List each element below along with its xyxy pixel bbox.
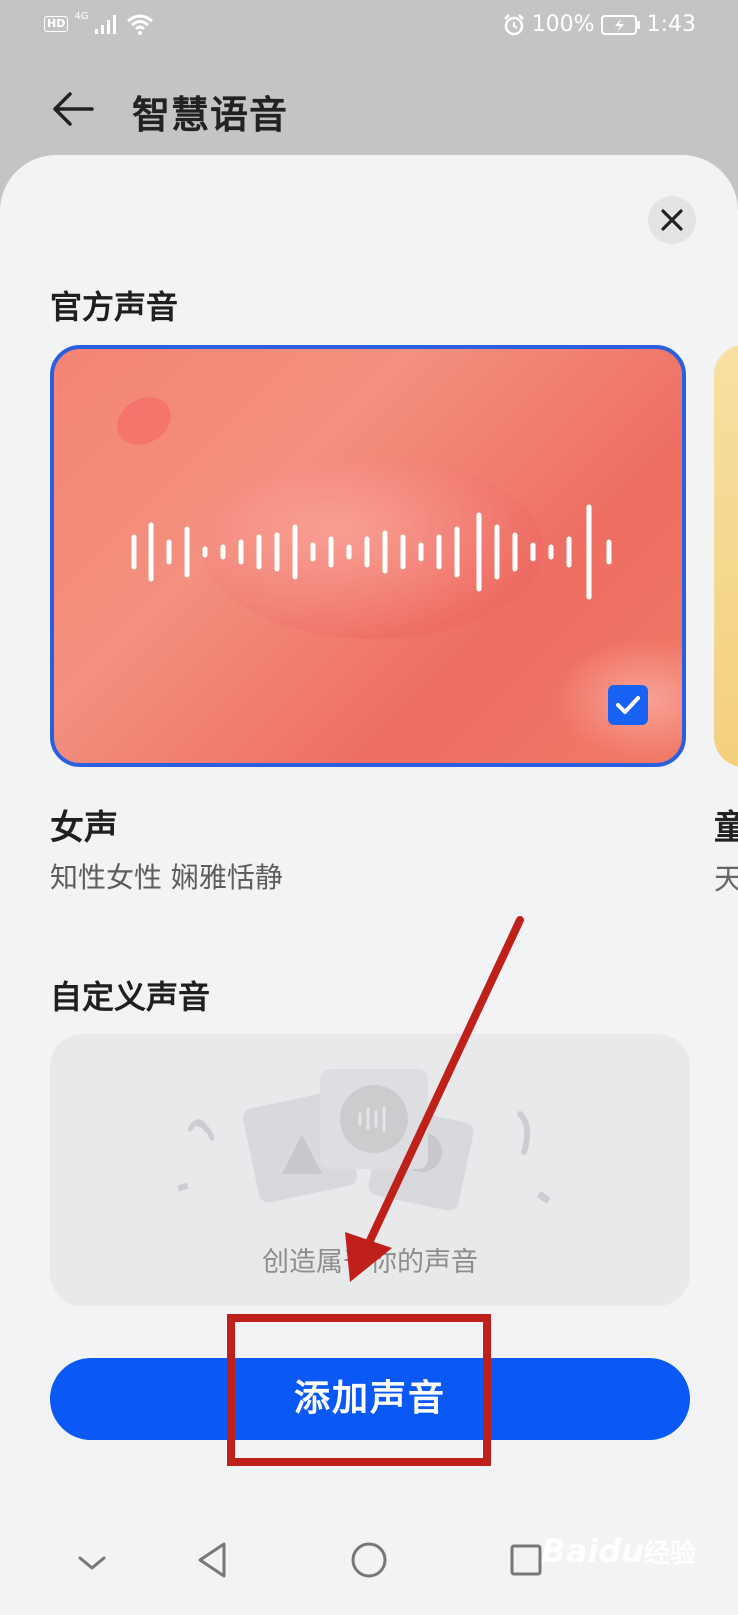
add-voice-button[interactable]: 添加声音 xyxy=(50,1358,690,1440)
home-circle-icon[interactable] xyxy=(339,1520,399,1600)
watermark-brand: Baidu xyxy=(541,1532,644,1570)
voice-desc-child: 天 xyxy=(714,862,738,896)
status-right: 100% 1:43 xyxy=(502,12,696,37)
custom-empty-hint: 创造属于你的声音 xyxy=(262,1247,478,1278)
custom-section-title: 自定义声音 xyxy=(50,978,211,1016)
close-button[interactable] xyxy=(648,196,696,244)
status-bar: HD 4G 100% 1:43 xyxy=(0,0,738,52)
alarm-icon xyxy=(503,13,524,35)
wifi-icon xyxy=(127,14,154,35)
hd-badge: HD xyxy=(44,16,69,32)
back-arrow-icon[interactable] xyxy=(48,84,98,134)
checkmark-icon xyxy=(616,696,640,714)
voice-card-child[interactable] xyxy=(714,345,738,767)
voice-name-child: 童 xyxy=(714,808,738,848)
page-title: 智慧语音 xyxy=(132,93,289,137)
status-left: HD 4G xyxy=(44,10,154,36)
selected-checkbox[interactable] xyxy=(608,685,648,725)
battery-icon xyxy=(600,14,640,35)
watermark-suffix: 经验 xyxy=(643,1539,696,1569)
app-bar: 智慧语音 xyxy=(0,60,738,156)
collapse-icon[interactable] xyxy=(62,1520,122,1600)
close-icon xyxy=(661,209,683,231)
waveform-graphic xyxy=(131,504,612,600)
network-type: 4G xyxy=(74,10,89,22)
voice-name-female: 女声 xyxy=(50,808,118,848)
custom-voice-empty-state: 创造属于你的声音 xyxy=(50,1034,690,1306)
battery-percent: 100% xyxy=(531,12,595,37)
signal-icon xyxy=(95,15,117,34)
baidu-watermark: Baidu经验 xyxy=(541,1532,696,1570)
voice-desc-female: 知性女性 娴雅恬静 xyxy=(50,861,283,894)
voice-card-female[interactable] xyxy=(50,345,686,767)
back-triangle-icon[interactable] xyxy=(182,1520,242,1600)
clock: 1:43 xyxy=(646,12,696,37)
official-section-title: 官方声音 xyxy=(50,288,179,326)
